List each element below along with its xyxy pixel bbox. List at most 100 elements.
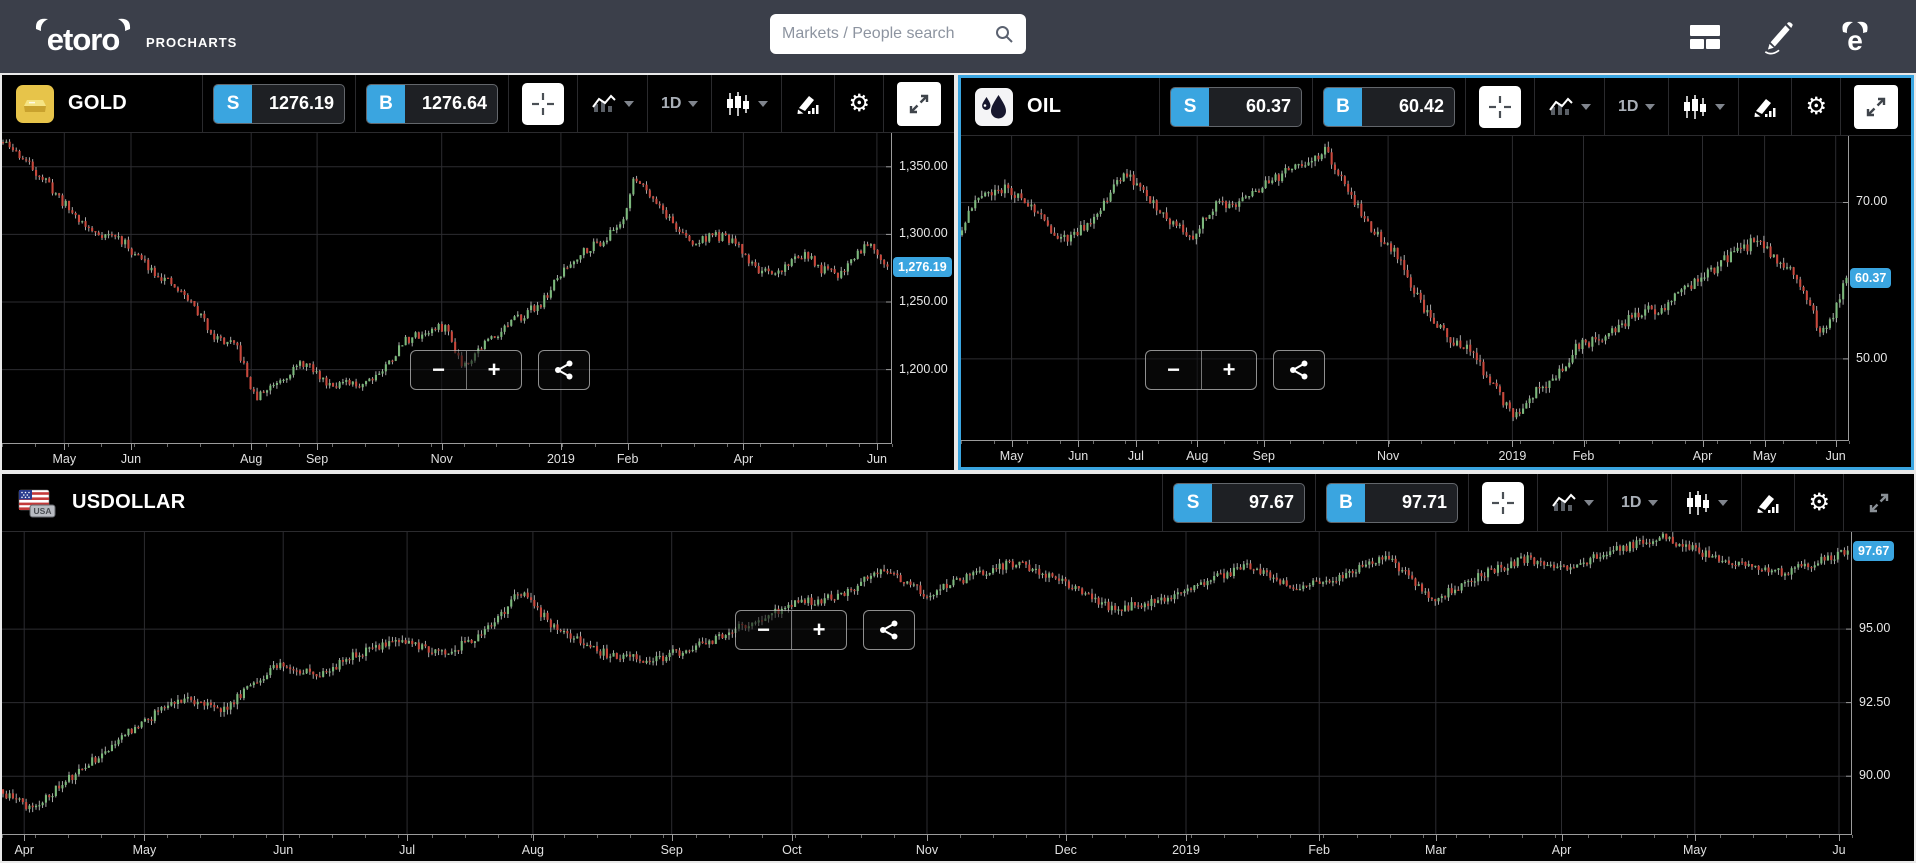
oil-asset[interactable]: OIL <box>961 78 1079 135</box>
series-style-button[interactable] <box>725 92 768 116</box>
time-axis-label: May <box>133 843 157 857</box>
settings-button[interactable]: ⚙ <box>848 92 870 116</box>
chevron-down-icon <box>688 101 698 107</box>
last-price-tag: 1,276.19 <box>893 257 952 277</box>
oil-zoom-controls: − + <box>1145 350 1325 390</box>
interval-button[interactable]: 1D <box>1618 98 1655 116</box>
time-axis-label: 2019 <box>547 452 575 466</box>
zoom-in-button[interactable]: + <box>1201 351 1256 389</box>
drawing-tools-button[interactable] <box>1755 491 1781 515</box>
search-icon[interactable] <box>994 24 1014 44</box>
chevron-down-icon <box>1581 104 1591 110</box>
etoro-logo[interactable]: etoro PROCHARTS <box>24 14 237 60</box>
sell-price: 97.67 <box>1212 484 1304 522</box>
etoro-home-button[interactable]: e <box>1834 17 1876 57</box>
time-axis-label: Jun <box>273 843 293 857</box>
chart-panel-gold: GOLD S 1276.19 B 1276.64 <box>2 75 954 470</box>
time-axis-label: 2019 <box>1498 449 1526 463</box>
search-box[interactable] <box>770 14 1026 54</box>
gear-icon: ⚙ <box>848 92 870 116</box>
interval-button[interactable]: 1D <box>1621 494 1658 512</box>
usdollar-plot-area[interactable] <box>2 532 1852 835</box>
chevron-down-icon <box>758 101 768 107</box>
oil-plot-area[interactable] <box>961 136 1849 441</box>
time-axis-label: May <box>1000 449 1024 463</box>
gold-price-axis[interactable]: 1,350.001,300.001,250.001,200.001,276.19 <box>892 133 954 444</box>
fullscreen-button[interactable] <box>1857 481 1901 525</box>
last-price-tag: 97.67 <box>1853 541 1894 561</box>
candlestick-icon <box>1682 95 1708 119</box>
draw-mode-button[interactable] <box>1760 19 1796 55</box>
share-button[interactable] <box>538 350 590 390</box>
time-axis-label: Feb <box>617 452 639 466</box>
chart-type-button[interactable] <box>1548 97 1591 117</box>
share-button[interactable] <box>863 610 915 650</box>
topbar-actions: e <box>1688 0 1876 73</box>
expand-icon <box>1867 491 1891 515</box>
svg-text:etoro: etoro <box>47 22 120 57</box>
time-axis-label: Sep <box>1253 449 1275 463</box>
usdollar-asset[interactable]: USA USDOLLAR <box>2 474 204 531</box>
buy-button[interactable]: B 97.71 <box>1326 483 1458 523</box>
chevron-down-icon <box>1718 500 1728 506</box>
price-axis-label: 1,250.00 <box>899 294 948 308</box>
time-axis-label: Jun <box>867 452 887 466</box>
crosshair-button[interactable] <box>1482 482 1524 524</box>
zoom-out-button[interactable]: − <box>411 351 466 389</box>
crosshair-icon <box>1490 490 1516 516</box>
zoom-in-button[interactable]: + <box>466 351 521 389</box>
settings-button[interactable]: ⚙ <box>1805 95 1827 119</box>
price-axis-label: 1,200.00 <box>899 362 948 376</box>
chart-type-button[interactable] <box>591 94 634 114</box>
usdollar-chart: 95.0092.5090.0097.67 AprMayJunJulAugSepO… <box>2 532 1914 861</box>
gold-panel-header: GOLD S 1276.19 B 1276.64 <box>2 75 954 133</box>
gold-plot-area[interactable] <box>2 133 892 444</box>
fullscreen-button[interactable] <box>897 82 941 126</box>
time-axis-label: Sep <box>306 452 328 466</box>
interval-label: 1D <box>1618 98 1638 116</box>
sell-button[interactable]: S 97.67 <box>1173 483 1305 523</box>
search-input[interactable] <box>782 25 994 43</box>
share-icon <box>878 619 900 641</box>
buy-button[interactable]: B 60.42 <box>1323 87 1455 127</box>
fullscreen-button[interactable] <box>1854 85 1898 129</box>
usdollar-time-axis[interactable]: AprMayJunJulAugSepOctNovDec2019FebMarApr… <box>2 835 1852 861</box>
share-icon <box>1288 359 1310 381</box>
buy-price: 60.42 <box>1362 88 1454 126</box>
crosshair-icon <box>1487 94 1513 120</box>
sell-button[interactable]: S 1276.19 <box>213 84 345 124</box>
gold-asset[interactable]: GOLD <box>2 75 145 132</box>
drawing-tools-button[interactable] <box>1752 95 1778 119</box>
zoom-out-button[interactable]: − <box>1146 351 1201 389</box>
last-price-tag: 60.37 <box>1850 268 1891 288</box>
series-style-button[interactable] <box>1682 95 1725 119</box>
layout-grid-button[interactable] <box>1688 22 1722 52</box>
time-axis-label: Aug <box>522 843 544 857</box>
time-axis-label: Jul <box>399 843 415 857</box>
crosshair-button[interactable] <box>522 83 564 125</box>
buy-button[interactable]: B 1276.64 <box>366 84 498 124</box>
procharts-label: PROCHARTS <box>146 35 237 50</box>
chart-type-button[interactable] <box>1551 493 1594 513</box>
sell-button[interactable]: S 60.37 <box>1170 87 1302 127</box>
drawing-tools-button[interactable] <box>795 92 821 116</box>
chart-type-icon <box>1551 493 1577 513</box>
oil-controls: S 60.37 B 60.42 <box>1159 78 1911 135</box>
series-style-button[interactable] <box>1685 491 1728 515</box>
time-axis-label: Dec <box>1055 843 1077 857</box>
marker-icon <box>795 92 821 116</box>
share-button[interactable] <box>1273 350 1325 390</box>
usdollar-price-axis[interactable]: 95.0092.5090.0097.67 <box>1852 532 1914 835</box>
gold-time-axis[interactable]: MayJunAugSepNov2019FebAprJun <box>2 444 892 470</box>
gold-chart: 1,350.001,300.001,250.001,200.001,276.19… <box>2 133 954 470</box>
buy-price: 1276.64 <box>405 85 497 123</box>
oil-time-axis[interactable]: MayJunJulAugSepNov2019FebAprMayJun <box>961 441 1849 467</box>
gold-controls: S 1276.19 B 1276.64 <box>202 75 954 132</box>
settings-button[interactable]: ⚙ <box>1808 491 1830 515</box>
zoom-in-button[interactable]: + <box>791 611 846 649</box>
oil-price-axis[interactable]: 70.0050.0060.37 <box>1849 136 1911 441</box>
crosshair-button[interactable] <box>1479 86 1521 128</box>
etoro-bull-icon: e <box>1834 17 1876 57</box>
zoom-out-button[interactable]: − <box>736 611 791 649</box>
interval-button[interactable]: 1D <box>661 95 698 113</box>
